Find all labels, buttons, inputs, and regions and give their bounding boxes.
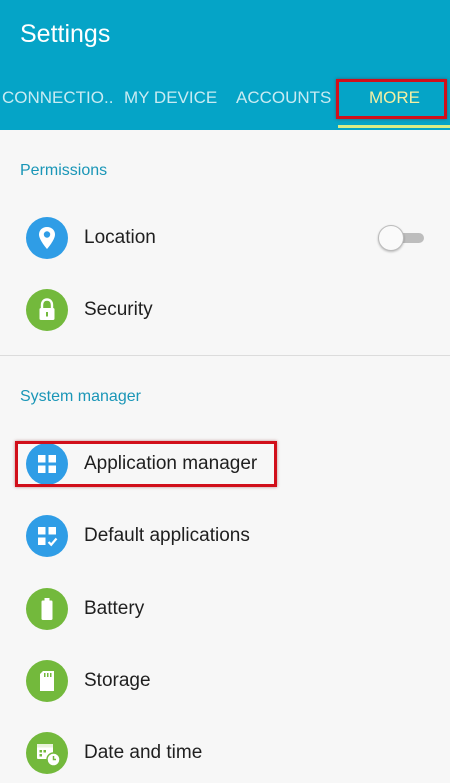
calendar-clock-icon [26,732,68,774]
grid-check-icon [26,515,68,557]
location-label: Location [84,227,156,248]
tab-connections[interactable]: CONNECTIO.. [2,78,113,118]
storage-label: Storage [84,670,151,691]
section-divider [0,355,450,356]
active-tab-indicator [338,125,450,128]
settings-item-security[interactable]: Security [0,280,450,340]
section-header-permissions: Permissions [20,162,108,179]
application-manager-highlight-box [15,441,277,487]
section-header-system-manager: System manager [20,388,141,405]
tab-my-device[interactable]: MY DEVICE [124,78,217,118]
page-title: Settings [20,20,111,48]
tab-accounts[interactable]: ACCOUNTS [236,78,331,118]
location-pin-icon [26,217,68,259]
sd-card-icon [26,660,68,702]
settings-item-storage[interactable]: Storage [0,651,450,711]
settings-item-default-applications[interactable]: Default applications [0,506,450,566]
battery-icon [26,588,68,630]
battery-label: Battery [84,598,145,619]
more-tab-highlight-box [336,79,447,119]
settings-item-battery[interactable]: Battery [0,579,450,639]
location-toggle[interactable] [378,225,424,251]
toggle-thumb [378,225,404,251]
settings-item-date-and-time[interactable]: Date and time [0,723,450,783]
lock-icon [26,289,68,331]
default-applications-label: Default applications [84,525,250,546]
date-and-time-label: Date and time [84,742,203,763]
security-label: Security [84,299,153,320]
